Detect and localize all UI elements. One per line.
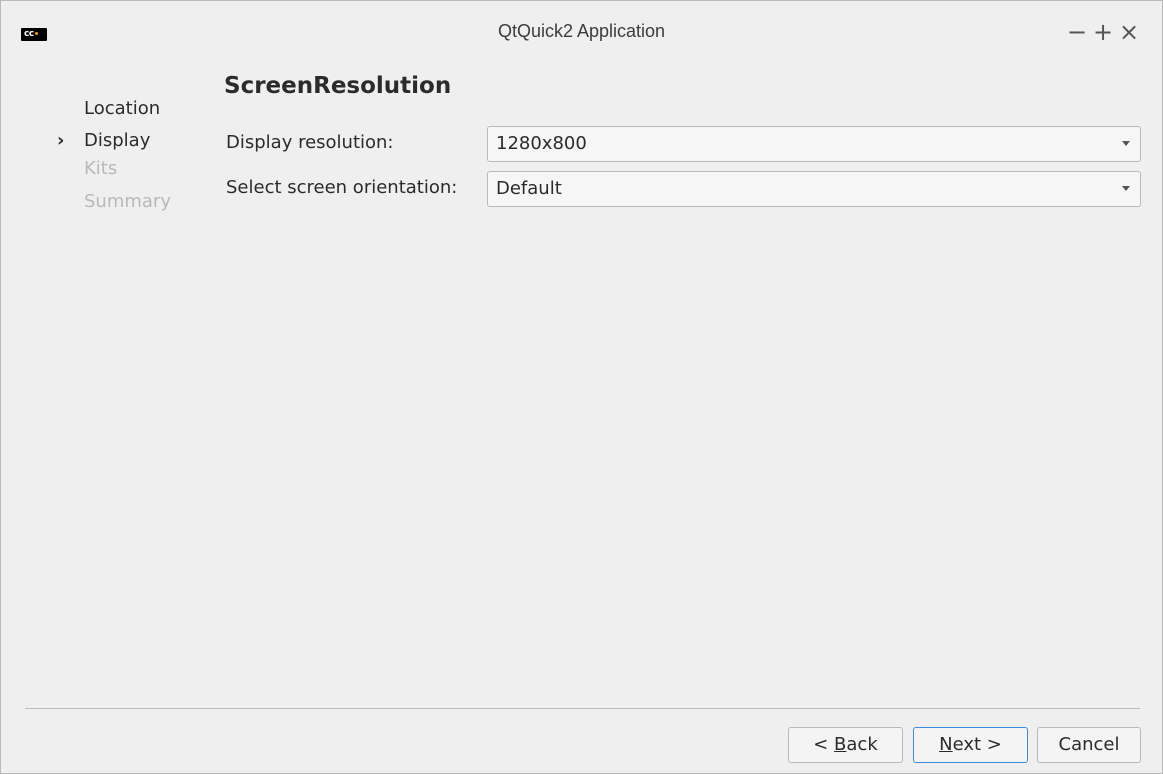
orientation-select[interactable]: Default (487, 171, 1141, 207)
back-label-rest: ack (846, 734, 878, 755)
wizard-window: cc QtQuick2 Application − + × Location ›… (0, 0, 1163, 774)
window-title: QtQuick2 Application (497, 21, 666, 41)
next-button[interactable]: Next > (913, 727, 1028, 763)
step-summary: Summary (57, 190, 207, 223)
back-button[interactable]: < Back (788, 727, 903, 763)
step-label: Display (84, 130, 151, 151)
chevron-right-icon: › (57, 130, 65, 151)
next-label-rest: ext > (952, 734, 1002, 755)
footer-divider (25, 708, 1140, 709)
maximize-icon[interactable]: + (1091, 17, 1115, 47)
orientation-value: Default (496, 178, 562, 199)
chevron-down-icon (1122, 186, 1130, 191)
title-bar[interactable]: cc QtQuick2 Application − + × (1, 1, 1162, 63)
step-label: Location (84, 98, 161, 119)
back-label-prefix: < (813, 734, 835, 755)
cancel-button[interactable]: Cancel (1037, 727, 1141, 763)
step-label: Summary (84, 191, 171, 212)
resolution-label: Display resolution: (226, 132, 394, 153)
resolution-select[interactable]: 1280x800 (487, 126, 1141, 162)
page-title: ScreenResolution (224, 73, 452, 99)
resolution-value: 1280x800 (496, 133, 587, 154)
close-icon[interactable]: × (1117, 17, 1141, 47)
wizard-steps: Location › Display Kits Summary (57, 97, 207, 229)
step-location: Location (57, 97, 207, 130)
chevron-down-icon (1122, 141, 1130, 146)
step-label: Kits (84, 158, 118, 179)
back-mnemonic: B (834, 734, 847, 755)
minimize-icon[interactable]: − (1065, 17, 1089, 47)
next-mnemonic: N (939, 734, 953, 755)
step-kits: Kits (57, 157, 207, 190)
orientation-label: Select screen orientation: (226, 177, 458, 198)
